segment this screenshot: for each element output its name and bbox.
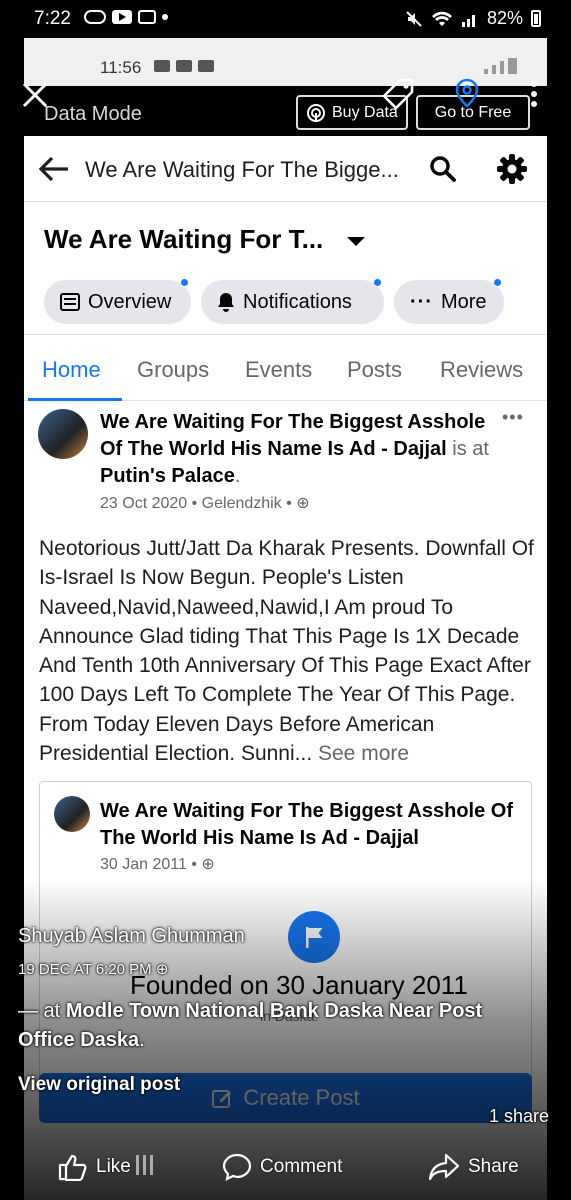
post-options-icon[interactable]: •••: [502, 407, 524, 428]
more-options-icon[interactable]: [530, 80, 538, 108]
tab-groups[interactable]: Groups: [137, 357, 209, 383]
notification-icons: [84, 10, 168, 24]
battery-icon: [531, 10, 541, 27]
overview-chip[interactable]: Overview: [44, 278, 191, 324]
tag-icon[interactable]: [380, 76, 416, 112]
location-pin-icon[interactable]: [454, 78, 480, 108]
comment-button[interactable]: Comment: [222, 1153, 342, 1181]
gear-icon[interactable]: [496, 153, 528, 185]
comment-icon: [222, 1153, 252, 1181]
at-label: — at: [18, 1000, 61, 1022]
phone-time: 7:22: [34, 8, 71, 29]
bell-icon: [218, 293, 234, 312]
mute-icon: [406, 10, 422, 27]
comment-label: Comment: [260, 1156, 343, 1177]
upload-location-line: — at Modle Town National Bank Daska Near…: [18, 1000, 483, 1051]
inner-signal-icon: [484, 58, 517, 74]
broadcast-icon: [307, 103, 325, 122]
instagram-icon: [138, 10, 156, 24]
ellipsis-icon: ···: [410, 290, 433, 313]
page-heading-section: We Are Waiting For T... Overview Notific…: [24, 202, 547, 334]
inner-time: 11:56: [100, 58, 142, 77]
more-notifications-dot-icon: [162, 14, 168, 20]
shared-date: 30 Jan 2011: [100, 856, 187, 873]
shared-page-name[interactable]: We Are Waiting For The Biggest Asshole O…: [100, 798, 520, 852]
more-badge-dot: [493, 278, 502, 287]
page-header: We Are Waiting For The Bigge...: [24, 136, 547, 202]
tab-reviews[interactable]: Reviews: [440, 357, 523, 383]
like-button[interactable]: Like: [58, 1153, 131, 1181]
notifications-label: Notifications: [243, 290, 352, 313]
share-arrow-icon: [428, 1153, 460, 1181]
page-tabs: Home Groups Events Posts Reviews: [24, 334, 547, 401]
share-label: Share: [468, 1156, 519, 1177]
share-count[interactable]: 1 share: [489, 1106, 549, 1127]
shared-avatar: [54, 796, 90, 832]
shared-globe-icon: ⊕: [201, 856, 215, 873]
post-is-at: is at: [452, 438, 489, 460]
post-text: Neotorious Jutt/Jatt Da Kharak Presents.…: [39, 537, 534, 766]
see-more-link[interactable]: See more: [318, 742, 409, 765]
close-icon[interactable]: [22, 82, 48, 108]
post-location: Gelendzhik: [201, 495, 282, 512]
youtube-icon: [112, 10, 132, 24]
tab-events[interactable]: Events: [245, 357, 312, 383]
system-icons: 82%: [405, 8, 541, 29]
reaction-bar: Like Comment Share: [0, 1143, 571, 1193]
more-chip[interactable]: ··· More: [394, 278, 504, 324]
overview-badge-dot: [180, 278, 189, 287]
overview-label: Overview: [88, 290, 172, 313]
like-label: Like: [96, 1156, 131, 1177]
post-author-line: We Are Waiting For The Biggest Asshole O…: [100, 411, 489, 487]
tab-home[interactable]: Home: [42, 357, 101, 383]
post-date[interactable]: 23 Oct 2020: [100, 495, 187, 512]
notifications-chip[interactable]: Notifications: [201, 278, 384, 324]
signal-icon: [461, 14, 475, 27]
page-switch-caret-icon[interactable]: [347, 237, 365, 246]
globe-icon: ⊕: [296, 495, 310, 512]
upload-globe-icon: ⊕: [155, 961, 169, 978]
post-meta: 23 Oct 2020 • Gelendzhik • ⊕: [100, 495, 310, 512]
view-original-post-link[interactable]: View original post: [18, 1074, 180, 1096]
tab-posts[interactable]: Posts: [347, 357, 402, 383]
phone-status-bar: 7:22 82%: [0, 0, 571, 38]
shared-meta: 30 Jan 2011 • ⊕: [100, 856, 215, 873]
back-arrow-icon[interactable]: [38, 154, 70, 184]
notifications-badge-dot: [373, 278, 382, 287]
flag-icon: [288, 911, 340, 963]
upload-location[interactable]: Modle Town National Bank Daska Near Post…: [18, 1000, 482, 1051]
header-title: We Are Waiting For The Bigge...: [85, 157, 399, 182]
search-icon[interactable]: [429, 155, 457, 183]
data-mode-label: Data Mode: [44, 103, 142, 125]
cloud-icon: [84, 10, 106, 24]
upload-date-text: 19 DEC AT 6:20 PM: [18, 961, 152, 978]
more-label: More: [440, 290, 487, 313]
post-place[interactable]: Putin's Palace: [100, 465, 235, 487]
recent-apps-icon[interactable]: [136, 1155, 153, 1175]
post-body: Neotorious Jutt/Jatt Da Kharak Presents.…: [39, 534, 539, 768]
battery-percent: 82%: [486, 8, 523, 28]
post-author-name[interactable]: We Are Waiting For The Biggest Asshole O…: [100, 411, 485, 460]
create-post-label: Create Post: [243, 1085, 360, 1110]
uploader-name[interactable]: Shuyab Aslam Ghumman: [18, 925, 245, 948]
wifi-icon: [431, 11, 452, 26]
edit-icon: [212, 1090, 232, 1108]
page-name: We Are Waiting For T...: [44, 224, 324, 254]
share-button[interactable]: Share: [428, 1153, 519, 1181]
upload-date: 19 DEC AT 6:20 PM ⊕: [18, 960, 168, 978]
inner-notification-icons: [154, 60, 214, 72]
post-avatar[interactable]: [38, 409, 88, 459]
list-icon: [60, 293, 80, 311]
thumbs-up-icon: [58, 1154, 87, 1181]
